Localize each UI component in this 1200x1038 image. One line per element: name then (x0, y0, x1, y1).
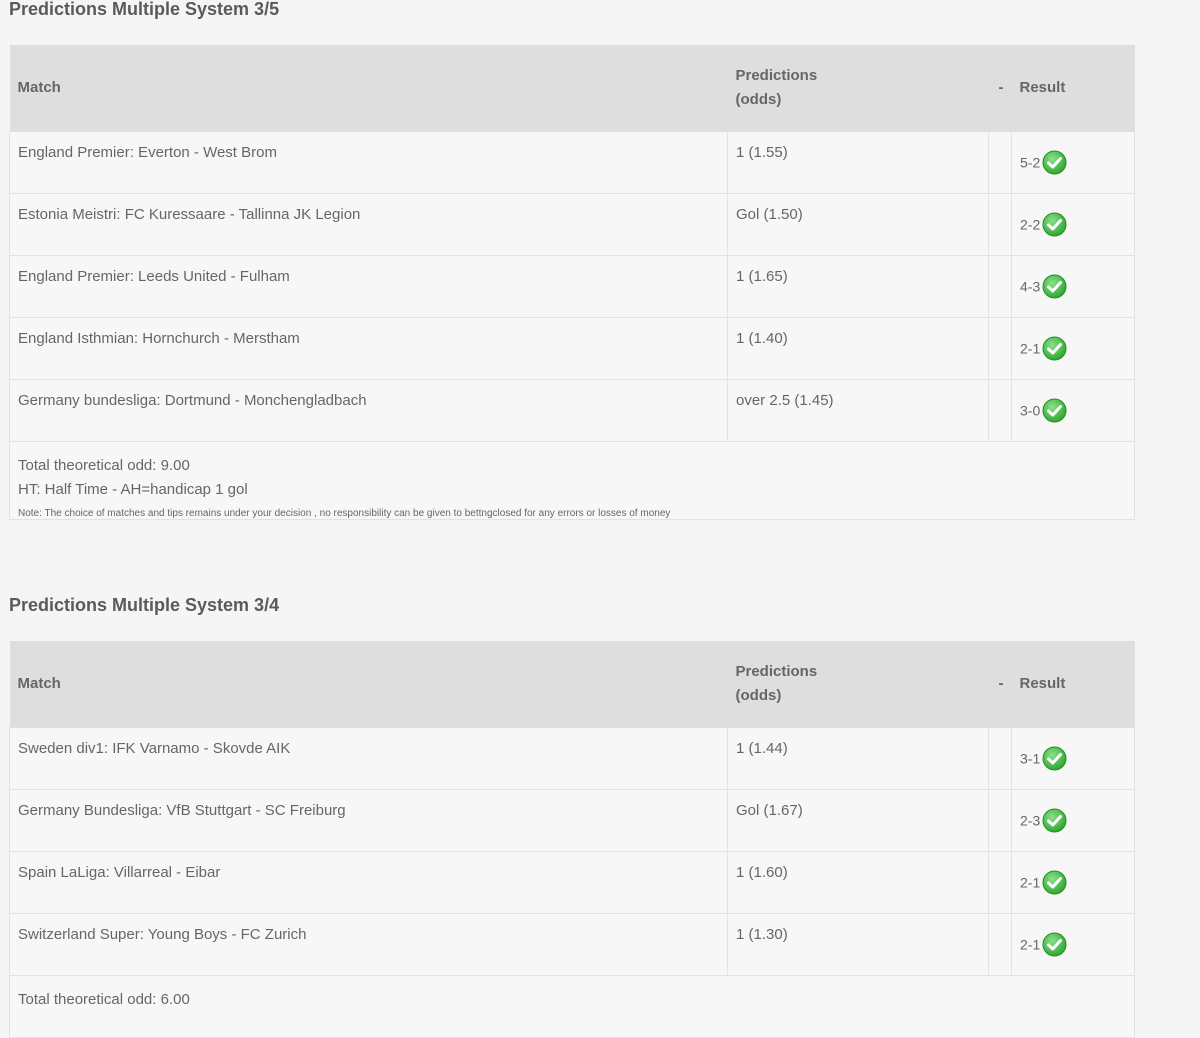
check-circle-icon (1042, 746, 1067, 771)
header-dash: - (988, 641, 1012, 728)
prediction-cell: 1 (1.55) (727, 131, 989, 194)
prediction-cell: 1 (1.65) (727, 255, 989, 318)
spacer-cell (988, 913, 1012, 976)
table-footer: Total theoretical odd: 6.00 (9, 975, 1135, 1038)
result-cell: 3-0 (1011, 379, 1135, 442)
result-cell: 2-1 (1011, 851, 1135, 914)
check-circle-icon (1042, 336, 1067, 361)
result-cell: 4-3 (1011, 255, 1135, 318)
header-match: Match (9, 45, 728, 132)
result-score: 2-3 (1020, 812, 1041, 829)
header-result: Result (1011, 45, 1135, 132)
prediction-cell: 1 (1.44) (727, 727, 989, 790)
result-cell: 2-3 (1011, 789, 1135, 852)
header-predictions: Predictions (odds) (727, 45, 989, 132)
header-predictions-line1: Predictions (735, 663, 818, 680)
result-score: 2-1 (1020, 936, 1041, 953)
result-cell: 5-2 (1011, 131, 1135, 194)
check-circle-icon (1042, 808, 1067, 833)
result-score: 2-1 (1020, 874, 1041, 891)
total-odd: Total theoretical odd: 6.00 (18, 991, 190, 1008)
spacer-cell (988, 193, 1012, 256)
check-circle-icon (1042, 274, 1067, 299)
spacer-cell (988, 727, 1012, 790)
table-footer-row: Total theoretical odd: 9.00 HT: Half Tim… (9, 441, 1135, 520)
table-footer: Total theoretical odd: 9.00 HT: Half Tim… (9, 441, 1135, 520)
table-row: Germany bundesliga: Dortmund - Monchengl… (9, 379, 1135, 442)
match-cell: England Premier: Everton - West Brom (9, 131, 728, 194)
spacer-cell (988, 789, 1012, 852)
match-cell: Sweden div1: IFK Varnamo - Skovde AIK (9, 727, 728, 790)
header-predictions-line1: Predictions (735, 67, 818, 84)
result-score: 3-1 (1020, 750, 1041, 767)
result-cell: 2-1 (1011, 913, 1135, 976)
match-cell: Germany bundesliga: Dortmund - Monchengl… (9, 379, 728, 442)
check-circle-icon (1042, 212, 1067, 237)
header-match: Match (9, 641, 728, 728)
spacer-cell (988, 851, 1012, 914)
table-row: England Premier: Everton - West Brom 1 (… (9, 131, 1135, 194)
prediction-cell: 1 (1.30) (727, 913, 989, 976)
prediction-cell: 1 (1.60) (727, 851, 989, 914)
section-title: Predictions Multiple System 3/5 (9, 0, 280, 19)
result-cell: 3-1 (1011, 727, 1135, 790)
table-header-row: Match Predictions (odds) - Result (9, 45, 1135, 132)
match-cell: England Premier: Leeds United - Fulham (9, 255, 728, 318)
check-circle-icon (1042, 150, 1067, 175)
match-cell: England Isthmian: Hornchurch - Merstham (9, 317, 728, 380)
result-score: 5-2 (1020, 154, 1041, 171)
table-row: Sweden div1: IFK Varnamo - Skovde AIK 1 … (9, 727, 1135, 790)
match-cell: Switzerland Super: Young Boys - FC Zuric… (9, 913, 728, 976)
table-row: England Isthmian: Hornchurch - Merstham … (9, 317, 1135, 380)
spacer-cell (988, 379, 1012, 442)
result-cell: 2-1 (1011, 317, 1135, 380)
header-predictions-line2: (odds) (735, 91, 782, 108)
disclaimer-note: Note: The choice of matches and tips rem… (18, 508, 671, 519)
result-score: 3-0 (1020, 402, 1041, 419)
predictions-table: Match Predictions (odds) - Result Sweden… (9, 641, 1135, 1038)
match-cell: Estonia Meistri: FC Kuressaare - Tallinn… (9, 193, 728, 256)
match-cell: Germany Bundesliga: VfB Stuttgart - SC F… (9, 789, 728, 852)
result-score: 2-2 (1020, 216, 1041, 233)
result-score: 2-1 (1020, 340, 1041, 357)
table-row: Switzerland Super: Young Boys - FC Zuric… (9, 913, 1135, 976)
spacer-cell (988, 131, 1012, 194)
check-circle-icon (1042, 870, 1067, 895)
prediction-cell: 1 (1.40) (727, 317, 989, 380)
header-predictions: Predictions (odds) (727, 641, 989, 728)
check-circle-icon (1042, 398, 1067, 423)
prediction-cell: Gol (1.50) (727, 193, 989, 256)
legend-text: HT: Half Time - AH=handicap 1 gol (18, 481, 248, 498)
result-cell: 2-2 (1011, 193, 1135, 256)
prediction-cell: over 2.5 (1.45) (727, 379, 989, 442)
predictions-table: Match Predictions (odds) - Result Englan… (9, 45, 1135, 520)
table-row: Spain LaLiga: Villarreal - Eibar 1 (1.60… (9, 851, 1135, 914)
header-predictions-line2: (odds) (735, 687, 782, 704)
prediction-cell: Gol (1.67) (727, 789, 989, 852)
table-header-row: Match Predictions (odds) - Result (9, 641, 1135, 728)
total-odd: Total theoretical odd: 9.00 (18, 457, 190, 474)
result-score: 4-3 (1020, 278, 1041, 295)
table-row: Estonia Meistri: FC Kuressaare - Tallinn… (9, 193, 1135, 256)
check-circle-icon (1042, 932, 1067, 957)
header-result: Result (1011, 641, 1135, 728)
table-footer-row: Total theoretical odd: 6.00 (9, 975, 1135, 1038)
header-dash: - (988, 45, 1012, 132)
spacer-cell (988, 317, 1012, 380)
table-row: England Premier: Leeds United - Fulham 1… (9, 255, 1135, 318)
match-cell: Spain LaLiga: Villarreal - Eibar (9, 851, 728, 914)
table-row: Germany Bundesliga: VfB Stuttgart - SC F… (9, 789, 1135, 852)
section-title: Predictions Multiple System 3/4 (9, 595, 280, 615)
spacer-cell (988, 255, 1012, 318)
